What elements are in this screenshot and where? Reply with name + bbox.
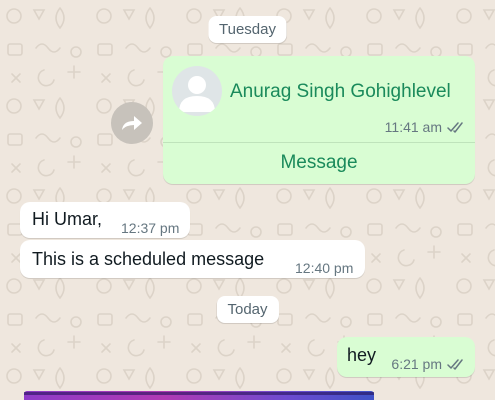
forward-icon bbox=[122, 116, 142, 130]
message-meta: 6:21 pm bbox=[391, 356, 465, 372]
default-avatar-icon bbox=[179, 76, 215, 112]
message-text: hey bbox=[347, 345, 377, 365]
message-text: Hi Umar, bbox=[32, 209, 103, 229]
contact-avatar bbox=[172, 66, 222, 116]
contact-name: Anurag Singh Gohighlevel bbox=[230, 81, 451, 102]
outgoing-message[interactable]: hey 6:21 pm bbox=[337, 337, 475, 377]
double-check-icon bbox=[447, 358, 463, 370]
message-meta: 11:41 am bbox=[385, 119, 465, 135]
day-separator-label: Tuesday bbox=[219, 21, 276, 38]
message-contact-label: Message bbox=[280, 152, 358, 173]
day-separator-today: Today bbox=[216, 296, 279, 323]
message-text: This is a scheduled message bbox=[32, 249, 265, 269]
incoming-message[interactable]: This is a scheduled message 12:40 pm bbox=[20, 240, 365, 278]
day-separator-label: Today bbox=[227, 301, 268, 318]
image-message-preview[interactable] bbox=[24, 391, 374, 400]
double-check-icon bbox=[447, 121, 463, 133]
message-time: 12:40 pm bbox=[295, 260, 354, 276]
incoming-message[interactable]: Hi Umar, 12:37 pm bbox=[20, 202, 190, 238]
message-time: 6:21 pm bbox=[391, 356, 442, 372]
image-preview-toolbar bbox=[24, 392, 374, 395]
day-separator-tuesday: Tuesday bbox=[208, 16, 287, 43]
message-time: 12:37 pm bbox=[121, 220, 180, 236]
message-time: 11:41 am bbox=[384, 119, 442, 135]
contact-card-message[interactable]: Anurag Singh Gohighlevel 11:41 am Messag… bbox=[163, 56, 475, 184]
message-contact-button[interactable]: Message bbox=[163, 142, 475, 184]
forward-button[interactable] bbox=[111, 102, 153, 144]
